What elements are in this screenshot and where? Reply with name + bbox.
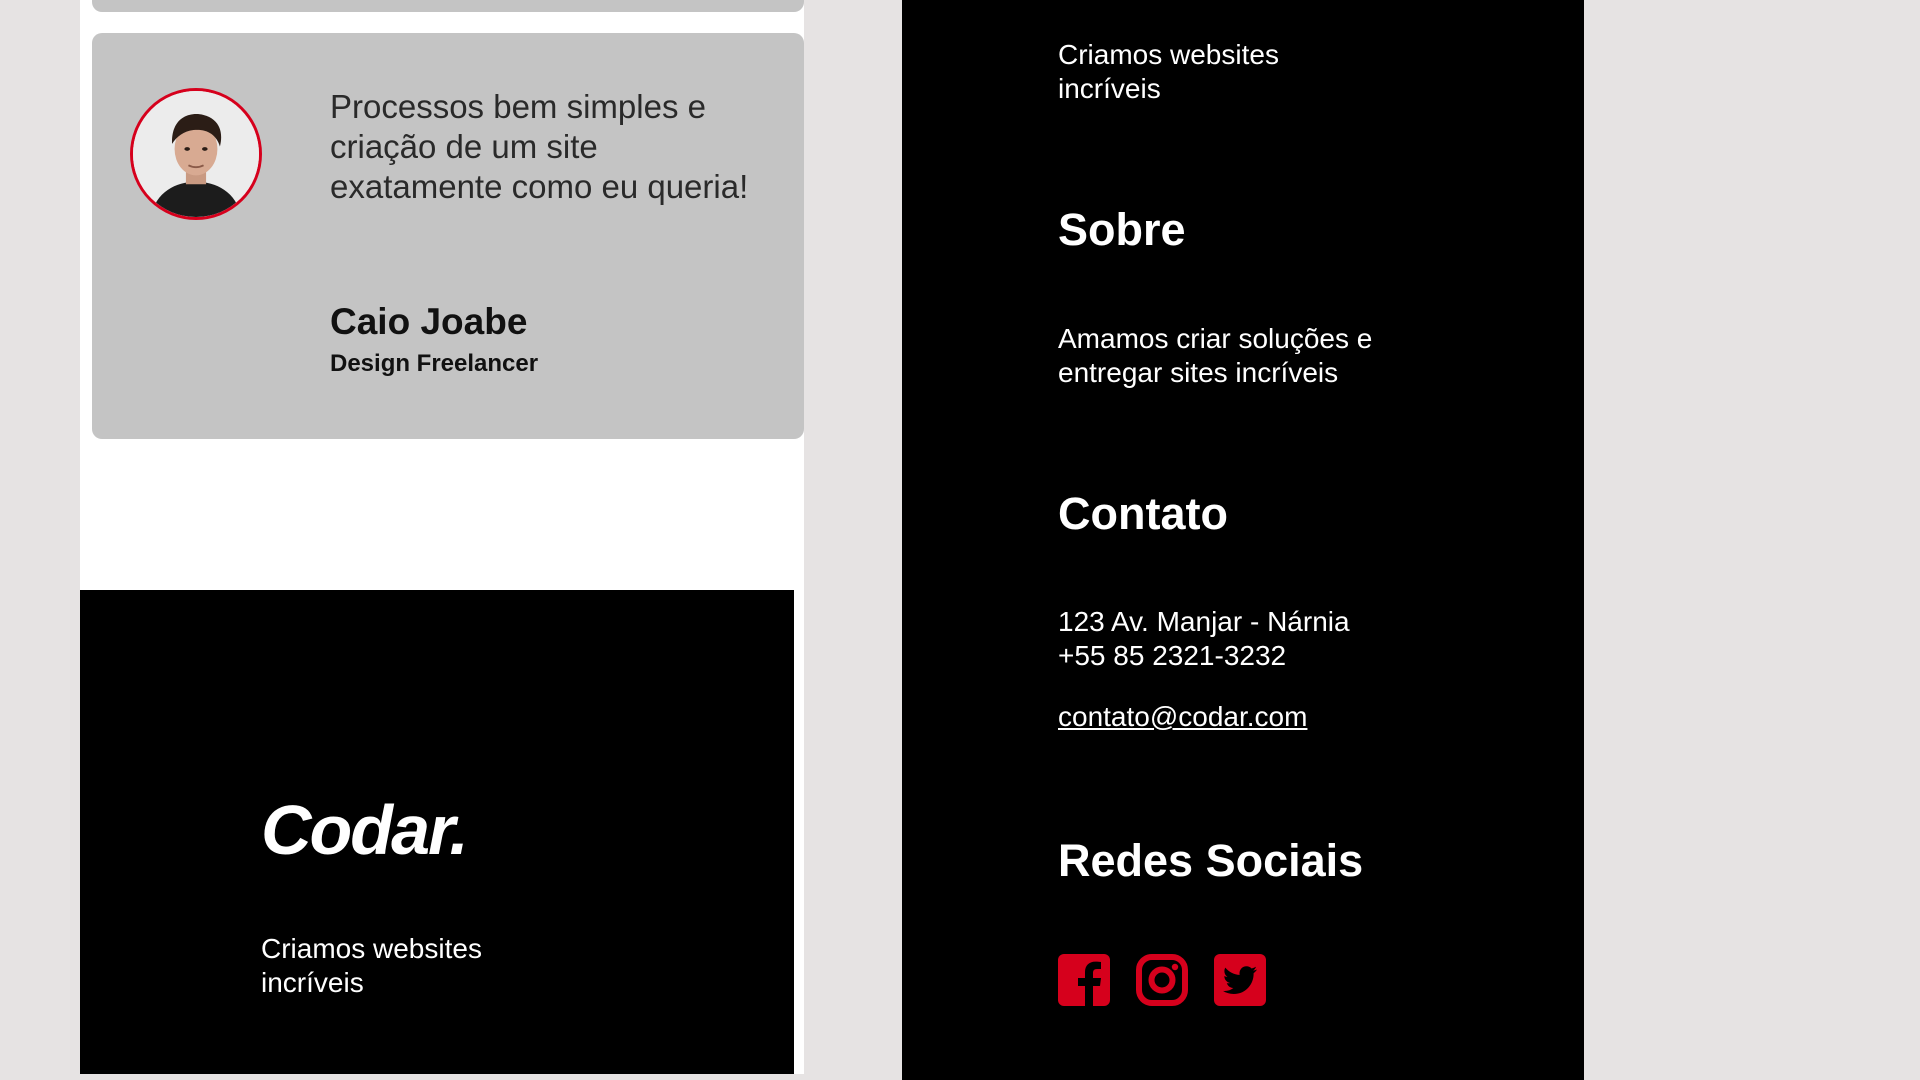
about-heading: Sobre	[1058, 204, 1186, 255]
footer-right: Criamos websites incríveis Sobre Amamos …	[902, 0, 1584, 1080]
social-icons	[1058, 954, 1266, 1006]
testimonial-quote: Processos bem simples e criação de um si…	[330, 88, 749, 205]
avatar-photo	[133, 91, 259, 217]
contact-address: 123 Av. Manjar - Nárnia	[1058, 606, 1350, 637]
social-heading: Redes Sociais	[1058, 835, 1364, 886]
contact-phone: +55 85 2321-3232	[1058, 640, 1287, 671]
previous-testimonial-card	[92, 0, 804, 12]
mobile-preview-left: Processos bem simples e criação de um si…	[80, 0, 804, 1074]
contact-email-link[interactable]: contato@codar.com	[1058, 701, 1307, 733]
instagram-icon[interactable]	[1136, 954, 1188, 1006]
brand-logo[interactable]: Codar.	[261, 790, 469, 870]
twitter-icon[interactable]	[1214, 954, 1266, 1006]
testimonial-author-role: Design Freelancer	[330, 350, 539, 377]
contact-heading: Contato	[1058, 488, 1228, 539]
avatar	[130, 88, 262, 220]
brand-tagline: Criamos websites incríveis	[261, 933, 482, 998]
footer-tagline: Criamos websites incríveis	[1058, 39, 1279, 104]
testimonial-author-name: Caio Joabe	[330, 301, 528, 342]
testimonial-card: Processos bem simples e criação de um si…	[92, 33, 804, 439]
facebook-icon[interactable]	[1058, 954, 1110, 1006]
footer-left: Codar. Criamos websites incríveis	[80, 590, 794, 1074]
about-text: Amamos criar soluções e entregar sites i…	[1058, 323, 1373, 388]
